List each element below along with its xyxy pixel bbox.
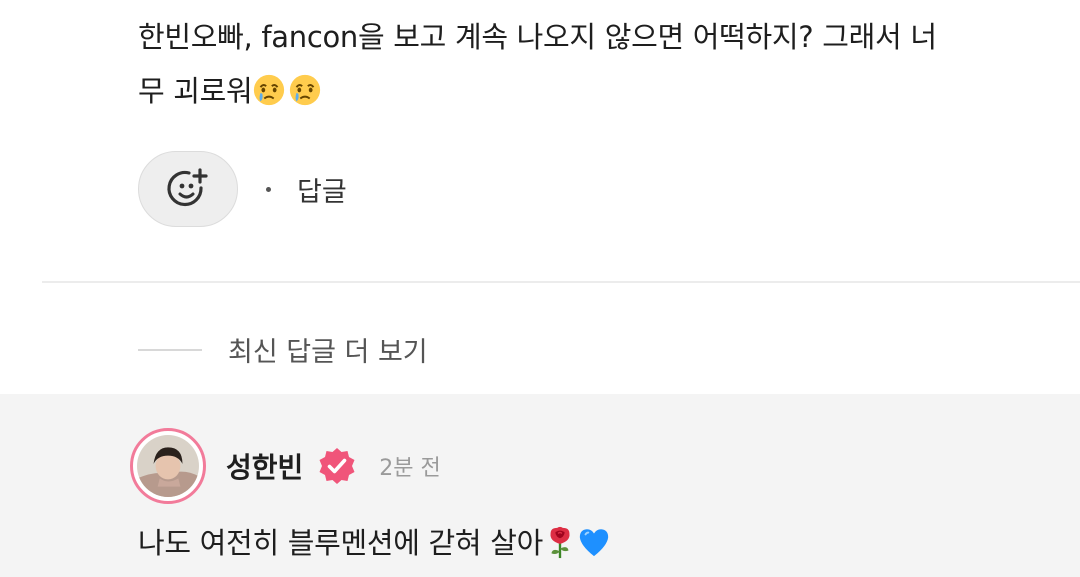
comment-actions: 답글 [138, 150, 347, 228]
add-reaction-button[interactable] [138, 151, 238, 227]
comment-line-2-wrap: 무 괴로워 [138, 64, 1038, 118]
artist-reply-body: 나도 여전히 블루멘션에 갇혀 살아 [138, 526, 543, 560]
divider [42, 281, 1080, 283]
comment-line-2: 무 괴로워 [138, 74, 253, 108]
more-replies-label: 최신 답글 더 보기 [228, 337, 428, 368]
artist-reply-text: 나도 여전히 블루멘션에 갇혀 살아 [138, 520, 611, 562]
verified-badge-icon [319, 448, 355, 484]
avatar-photo [137, 435, 199, 497]
avatar[interactable] [130, 428, 206, 504]
comment-body: 한빈오빠, fancon을 보고 계속 나오지 않으면 어떡하지? 그래서 너 … [138, 10, 1038, 118]
comment-thread: 한빈오빠, fancon을 보고 계속 나오지 않으면 어떡하지? 그래서 너 … [0, 0, 1080, 577]
add-reaction-icon [167, 168, 208, 207]
timestamp: 2분 전 [379, 456, 441, 481]
more-replies-link[interactable]: 최신 답글 더 보기 [138, 330, 428, 369]
rose-icon [550, 526, 570, 559]
crying-face-icon [254, 74, 285, 106]
more-replies-line [138, 348, 202, 351]
crying-face-icon [290, 74, 321, 106]
blue-heart-icon [579, 529, 609, 557]
reply-button[interactable]: 답글 [297, 170, 347, 209]
artist-reply: 성한빈 2분 전 나도 여전히 블루멘션에 갇혀 살아 [0, 394, 1080, 577]
comment-line-1: 한빈오빠, fancon을 보고 계속 나오지 않으면 어떡하지? 그래서 너 [138, 20, 937, 54]
author-row: 성한빈 2분 전 [226, 446, 441, 486]
separator-dot [266, 186, 271, 192]
author-name[interactable]: 성한빈 [226, 446, 303, 486]
